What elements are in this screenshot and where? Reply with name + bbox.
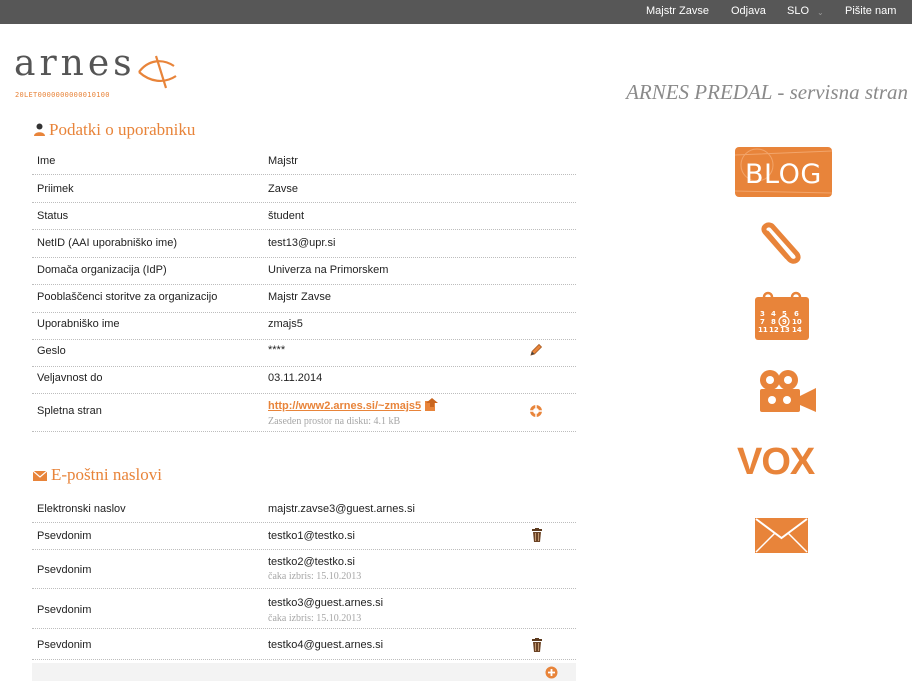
row-value: zmajs5 bbox=[268, 318, 303, 330]
svg-text:14: 14 bbox=[792, 326, 802, 334]
info-row-password: Geslo **** bbox=[32, 340, 576, 367]
row-value: študent bbox=[268, 210, 305, 222]
logo[interactable]: arnes bbox=[14, 46, 136, 82]
blog-button[interactable]: BLOG bbox=[735, 147, 832, 197]
info-row-last-name: Priimek Zavse bbox=[32, 175, 576, 203]
pending-delete-text: čaka izbris: 15.10.2013 bbox=[268, 571, 362, 582]
email-row-alias: Psevdonim testko2@testko.si čaka izbris:… bbox=[32, 550, 576, 589]
email-row-alias: Psevdonim testko1@testko.si bbox=[32, 523, 576, 550]
row-label: Domača organizacija (IdP) bbox=[37, 264, 167, 276]
row-label: Elektronski naslov bbox=[37, 503, 126, 515]
logo-tagline: 20LET0000000000010100 bbox=[15, 91, 110, 99]
svg-text:12: 12 bbox=[769, 326, 779, 334]
user-name-link[interactable]: Majstr Zavse bbox=[646, 5, 709, 17]
svg-text:11: 11 bbox=[758, 326, 768, 334]
user-section-title-text: Podatki o uporabniku bbox=[49, 120, 196, 139]
svg-text:4: 4 bbox=[771, 310, 776, 318]
row-value: Univerza na Primorskem bbox=[268, 264, 389, 276]
row-label: Priimek bbox=[37, 183, 74, 195]
email-section-title-text: E-poštni naslovi bbox=[51, 465, 162, 484]
info-row-validity: Veljavnost do 03.11.2014 bbox=[32, 367, 576, 394]
info-row-status: Status študent bbox=[32, 203, 576, 230]
page-title: ARNES PREDAL - servisna stran bbox=[626, 80, 908, 104]
pencil-icon[interactable] bbox=[529, 343, 543, 360]
row-label: Spletna stran bbox=[37, 405, 102, 417]
row-value: testko2@testko.si bbox=[268, 556, 355, 568]
lifebuoy-icon[interactable] bbox=[529, 404, 543, 421]
row-value: Zavse bbox=[268, 183, 298, 195]
email-row-alias: Psevdonim testko4@guest.arnes.si bbox=[32, 629, 576, 660]
row-value: testko3@guest.arnes.si bbox=[268, 597, 384, 609]
svg-text:7: 7 bbox=[760, 318, 765, 326]
trash-icon[interactable] bbox=[531, 638, 543, 655]
svg-text:6: 6 bbox=[794, 310, 799, 318]
pending-delete-text: čaka izbris: 15.10.2013 bbox=[268, 613, 362, 624]
paperclip-icon[interactable] bbox=[757, 219, 807, 271]
disk-usage-text: Zaseden prostor na disku: 4.1 kB bbox=[268, 416, 401, 427]
row-label: Ime bbox=[37, 155, 56, 167]
info-row-website: Spletna stran http://www2.arnes.si/~zmaj… bbox=[32, 394, 576, 432]
svg-text:3: 3 bbox=[760, 310, 765, 318]
logout-link[interactable]: Odjava bbox=[731, 5, 766, 17]
row-value: testko1@testko.si bbox=[268, 530, 355, 542]
email-section-title: E-poštni naslovi bbox=[32, 465, 162, 486]
top-bar: Majstr Zavse Odjava SLO ⌄ Pišite nam bbox=[0, 0, 912, 24]
logo-mark-icon bbox=[138, 55, 177, 89]
video-camera-icon[interactable] bbox=[759, 369, 817, 413]
row-label: NetID (AAI uporabniško ime) bbox=[37, 237, 177, 249]
upload-icon[interactable] bbox=[424, 398, 439, 415]
row-label: Psevdonim bbox=[37, 530, 92, 542]
website-link[interactable]: http://www2.arnes.si/~zmajs5 bbox=[268, 400, 421, 412]
info-row-username: Uporabniško ime zmajs5 bbox=[32, 313, 576, 340]
svg-text:10: 10 bbox=[792, 318, 802, 326]
row-value: Majstr Zavse bbox=[268, 291, 331, 303]
language-select[interactable]: SLO bbox=[787, 5, 809, 17]
info-row-first-name: Ime Majstr bbox=[32, 147, 576, 175]
info-row-netid: NetID (AAI uporabniško ime) test13@upr.s… bbox=[32, 230, 576, 258]
row-label: Status bbox=[37, 210, 69, 222]
calendar-icon[interactable]: 3456 7 8 9 10 11 12 13 14 bbox=[754, 291, 810, 341]
plus-circle-icon[interactable] bbox=[545, 666, 558, 684]
row-label: Psevdonim bbox=[37, 604, 92, 616]
trash-icon[interactable] bbox=[531, 528, 543, 545]
svg-text:9: 9 bbox=[782, 318, 787, 326]
row-label: Psevdonim bbox=[37, 639, 92, 651]
row-value: majstr.zavse3@guest.arnes.si bbox=[268, 503, 415, 515]
email-row-alias: Psevdonim testko3@guest.arnes.si čaka iz… bbox=[32, 589, 576, 629]
vox-button[interactable]: VOX bbox=[737, 442, 815, 482]
svg-text:13: 13 bbox=[780, 326, 790, 334]
chevron-down-icon: ⌄ bbox=[817, 8, 824, 17]
add-alias-row bbox=[32, 663, 576, 681]
email-row-primary: Elektronski naslov majstr.zavse3@guest.a… bbox=[32, 496, 576, 523]
info-row-service-delegates: Pooblaščenci storitve za organizacijo Ma… bbox=[32, 285, 576, 313]
row-label: Psevdonim bbox=[37, 564, 92, 576]
row-value: 03.11.2014 bbox=[268, 372, 323, 384]
info-row-home-organization: Domača organizacija (IdP) Univerza na Pr… bbox=[32, 258, 576, 285]
user-section-title: Podatki o uporabniku bbox=[34, 120, 195, 141]
envelope-icon bbox=[32, 466, 48, 486]
row-value: test13@upr.si bbox=[268, 237, 336, 249]
blog-label: BLOG bbox=[745, 159, 822, 190]
row-label: Veljavnost do bbox=[37, 372, 103, 384]
row-label: Geslo bbox=[37, 345, 66, 357]
row-value: Majstr bbox=[268, 155, 298, 167]
svg-text:8: 8 bbox=[771, 318, 776, 326]
row-label: Uporabniško ime bbox=[37, 318, 120, 330]
user-icon bbox=[34, 121, 45, 141]
password-value: **** bbox=[268, 344, 286, 356]
row-label: Pooblaščenci storitve za organizacijo bbox=[37, 291, 218, 303]
row-value: testko4@guest.arnes.si bbox=[268, 639, 384, 651]
mail-button-icon[interactable] bbox=[755, 518, 808, 553]
contact-link[interactable]: Pišite nam bbox=[845, 5, 896, 17]
